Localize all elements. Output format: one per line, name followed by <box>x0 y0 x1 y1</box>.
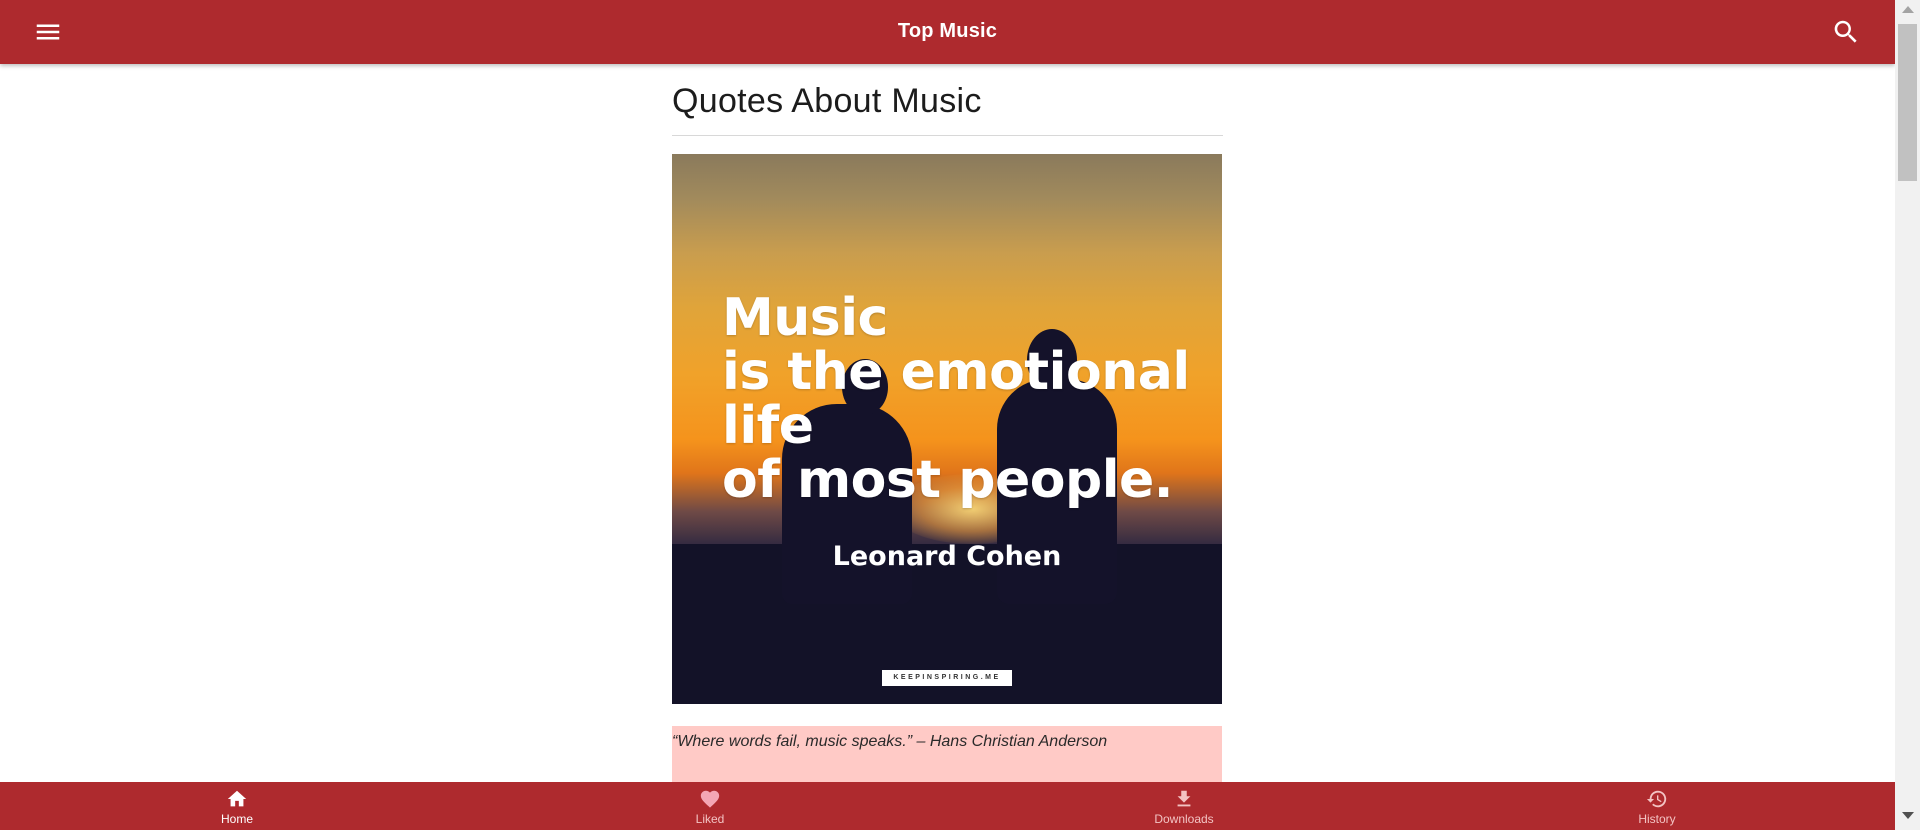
quote-line: life <box>722 396 814 456</box>
quote-line: is the emotional <box>722 342 1190 402</box>
top-app-bar: Top Music <box>0 0 1895 64</box>
nav-label: Home <box>220 812 253 826</box>
nav-item-home[interactable]: Home <box>137 782 337 830</box>
heart-icon <box>700 790 720 808</box>
scrollbar-thumb[interactable] <box>1898 24 1917 181</box>
nav-label: Downloads <box>1154 812 1214 826</box>
vertical-scrollbar[interactable] <box>1895 0 1920 830</box>
scroll-down-arrow-icon[interactable] <box>1902 812 1914 819</box>
nav-label: History <box>1638 812 1676 826</box>
quote-card-text: “Where words fail, music speaks.” – Hans… <box>672 733 1108 750</box>
home-icon <box>227 790 247 807</box>
quote-image-author: Leonard Cohen <box>832 541 1062 572</box>
page: Top Music Quotes About Music Music is th… <box>0 0 1920 830</box>
quote-line: Music <box>722 288 888 348</box>
search-icon <box>1834 20 1857 43</box>
search-button[interactable] <box>1831 17 1861 47</box>
quote-line: of most people. <box>722 450 1174 510</box>
watermark: KEEPINSPIRING.ME <box>882 670 1012 686</box>
quote-image: Music is the emotional life of most peop… <box>672 154 1222 704</box>
download-icon <box>1177 790 1191 807</box>
nav-label: Liked <box>695 812 725 826</box>
nav-item-history[interactable]: History <box>1557 782 1757 830</box>
page-title: Quotes About Music <box>672 82 1223 136</box>
scroll-up-arrow-icon[interactable] <box>1902 6 1914 13</box>
nav-item-liked[interactable]: Liked <box>610 782 810 830</box>
history-icon <box>1646 790 1667 808</box>
quote-image-text: Music is the emotional life of most peop… <box>722 291 1190 507</box>
main-content: Quotes About Music Music is the emotiona… <box>672 64 1223 806</box>
bottom-navigation: Home Liked Downloads History <box>0 782 1895 830</box>
nav-item-downloads[interactable]: Downloads <box>1084 782 1284 830</box>
app-title: Top Music <box>897 20 998 42</box>
